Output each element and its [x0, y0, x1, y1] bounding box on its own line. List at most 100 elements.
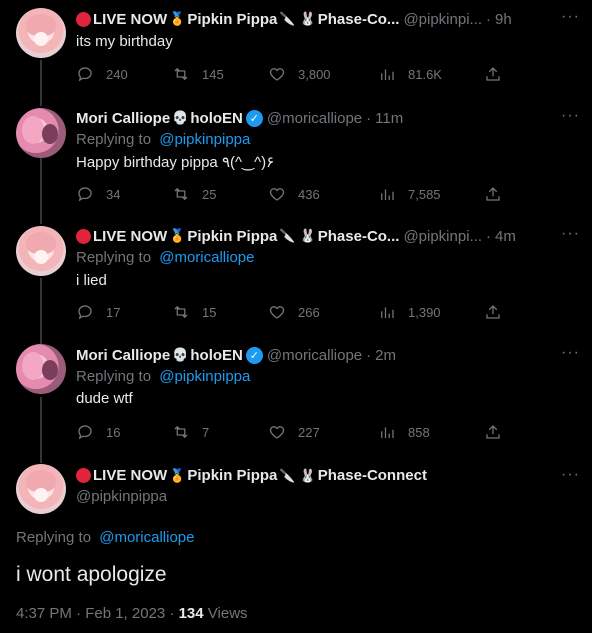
- rabbit-icon: 🐰: [299, 467, 316, 483]
- retweet-icon: [174, 187, 188, 201]
- retweet-button[interactable]: 7: [172, 423, 209, 441]
- tweet-text: i lied: [76, 272, 107, 289]
- tweet-meta: 4:37 PM · Feb 1, 2023 · 134 Views: [16, 605, 248, 622]
- mention-link[interactable]: @moricalliope: [159, 249, 254, 266]
- handle[interactable]: @moricalliope: [267, 110, 362, 127]
- share-button[interactable]: [484, 65, 502, 83]
- views-count: 134: [178, 605, 204, 622]
- like-button[interactable]: 436: [268, 185, 320, 203]
- timestamp[interactable]: 11m: [375, 110, 403, 127]
- avatar[interactable]: [16, 226, 66, 276]
- like-button[interactable]: 3,800: [268, 65, 331, 83]
- heart-icon: [269, 188, 285, 201]
- knife-icon: 🔪: [279, 228, 296, 243]
- reply-icon: [78, 67, 92, 82]
- display-name[interactable]: LIVE NOW 🏅 Pipkin Pippa 🔪 🐰 Phase-Connec…: [76, 467, 427, 484]
- avatar[interactable]: [16, 464, 66, 514]
- separator: ·: [366, 346, 372, 364]
- retweet-button[interactable]: 15: [172, 303, 216, 321]
- views-button[interactable]: 858: [378, 423, 430, 441]
- mention-link[interactable]: @pipkinpippa: [159, 368, 250, 385]
- handle[interactable]: @pipkinpi...: [403, 228, 482, 245]
- tweet[interactable]: Mori Calliope 💀 holoEN ✓ @moricalliope ·…: [0, 106, 592, 224]
- reply-icon: [78, 305, 92, 320]
- display-name[interactable]: LIVE NOW 🏅 Pipkin Pippa 🔪 🐰 Phase-Co...: [93, 228, 399, 245]
- knife-icon: 🔪: [279, 467, 296, 483]
- views-button[interactable]: 81.6K: [378, 65, 442, 83]
- retweet-icon: [174, 425, 188, 439]
- heart-icon: [269, 426, 285, 439]
- avatar[interactable]: [16, 344, 66, 394]
- views-icon: [381, 307, 394, 318]
- share-icon: [486, 67, 500, 81]
- verified-icon: ✓: [245, 109, 263, 127]
- share-icon: [486, 305, 500, 319]
- live-dot-icon: [76, 468, 91, 483]
- views-icon: [381, 189, 394, 200]
- separator: ·: [366, 109, 372, 127]
- handle[interactable]: @pipkinpi...: [403, 11, 482, 28]
- reply-icon: [78, 425, 92, 440]
- views-button[interactable]: 7,585: [378, 185, 441, 203]
- share-icon: [486, 425, 500, 439]
- timestamp[interactable]: 2m: [375, 347, 396, 364]
- reply-button[interactable]: 34: [76, 185, 120, 203]
- tweet[interactable]: LIVE NOW 🏅 Pipkin Pippa 🔪 🐰 Phase-Co... …: [0, 0, 592, 106]
- avatar[interactable]: [16, 8, 66, 58]
- more-icon[interactable]: ···: [561, 107, 580, 125]
- timestamp[interactable]: 9h: [495, 11, 512, 28]
- replying-to: Replying to @pipkinpippa: [76, 368, 251, 385]
- heart-icon: [269, 306, 285, 319]
- like-button[interactable]: 266: [268, 303, 320, 321]
- retweet-icon: [174, 67, 188, 81]
- display-name[interactable]: Mori Calliope 💀 holoEN ✓: [76, 346, 263, 364]
- reply-icon: [78, 187, 92, 202]
- tweet-actions: 17 15 266 1,390: [76, 302, 516, 322]
- views-label: Views: [203, 605, 248, 622]
- handle[interactable]: @pipkinpippa: [76, 488, 167, 505]
- share-button[interactable]: [484, 423, 502, 441]
- retweet-button[interactable]: 25: [172, 185, 216, 203]
- like-button[interactable]: 227: [268, 423, 320, 441]
- tweet-text: Happy birthday pippa ٩(^‿^)۶: [76, 154, 275, 171]
- views-icon: [381, 427, 394, 438]
- replying-to: Replying to @moricalliope: [76, 249, 255, 266]
- timestamp[interactable]: 4:37 PM · Feb 1, 2023 ·: [16, 605, 179, 622]
- rabbit-icon: 🐰: [299, 228, 316, 243]
- retweet-button[interactable]: 145: [172, 65, 224, 83]
- medal-icon: 🏅: [169, 467, 186, 483]
- more-icon[interactable]: ···: [561, 225, 580, 243]
- tweet-actions: 34 25 436 7,585: [76, 184, 516, 204]
- tweet-actions: 16 7 227 858: [76, 422, 516, 442]
- reply-button[interactable]: 240: [76, 65, 128, 83]
- more-icon[interactable]: ···: [561, 8, 580, 26]
- medal-icon: 🏅: [169, 11, 186, 26]
- separator: ·: [486, 227, 492, 245]
- separator: ·: [486, 10, 492, 28]
- knife-icon: 🔪: [279, 11, 296, 26]
- tweet[interactable]: LIVE NOW 🏅 Pipkin Pippa 🔪 🐰 Phase-Co... …: [0, 224, 592, 344]
- handle[interactable]: @moricalliope: [267, 347, 362, 364]
- mention-link[interactable]: @pipkinpippa: [159, 131, 250, 148]
- display-name[interactable]: Mori Calliope 💀 holoEN ✓: [76, 109, 263, 127]
- views-icon: [381, 69, 394, 80]
- reply-button[interactable]: 17: [76, 303, 120, 321]
- more-icon[interactable]: ···: [561, 466, 580, 484]
- timestamp[interactable]: 4m: [495, 228, 516, 245]
- reply-button[interactable]: 16: [76, 423, 120, 441]
- share-button[interactable]: [484, 303, 502, 321]
- views-button[interactable]: 1,390: [378, 303, 441, 321]
- skull-icon: 💀: [172, 347, 189, 362]
- tweet-actions: 240 145 3,800 81.6K: [76, 64, 516, 84]
- avatar[interactable]: [16, 108, 66, 158]
- tweet[interactable]: Mori Calliope 💀 holoEN ✓ @moricalliope ·…: [0, 344, 592, 463]
- more-icon[interactable]: ···: [561, 344, 580, 362]
- mention-link[interactable]: @moricalliope: [99, 529, 194, 546]
- display-name[interactable]: LIVE NOW 🏅 Pipkin Pippa 🔪 🐰 Phase-Co...: [93, 11, 399, 28]
- tweet-text: its my birthday: [76, 33, 173, 50]
- verified-icon: ✓: [245, 346, 263, 364]
- share-button[interactable]: [484, 185, 502, 203]
- tweet-text: dude wtf: [76, 390, 133, 407]
- live-dot-icon: [76, 228, 91, 244]
- heart-icon: [269, 68, 285, 81]
